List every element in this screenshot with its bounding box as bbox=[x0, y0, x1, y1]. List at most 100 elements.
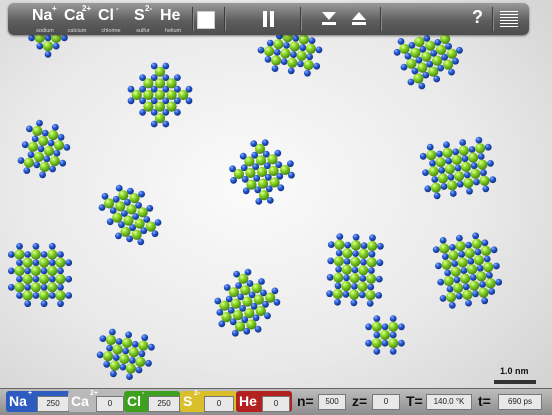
sodium-atom bbox=[306, 53, 314, 61]
chlorine-atom bbox=[414, 36, 425, 48]
sodium-atom bbox=[400, 63, 408, 71]
pause-button[interactable] bbox=[256, 7, 282, 31]
sodium-atom bbox=[470, 162, 478, 170]
toolbar-divider bbox=[300, 7, 301, 31]
sodium-atom bbox=[434, 39, 442, 46]
helium-name: helium bbox=[164, 28, 182, 34]
simulation-area[interactable] bbox=[0, 0, 552, 414]
sulfur-symbol: S bbox=[134, 7, 145, 24]
helium-count[interactable]: 0 bbox=[262, 396, 290, 412]
calcium-chip-symbol: Ca bbox=[71, 393, 89, 409]
sodium-atom bbox=[135, 366, 143, 374]
sodium-atom bbox=[439, 237, 447, 244]
chlorine-atom bbox=[451, 154, 462, 165]
chlorine-atom bbox=[476, 271, 487, 282]
chlorine-atom bbox=[357, 281, 368, 292]
sulfur-count-chip[interactable]: S 2- 0 bbox=[180, 390, 236, 412]
sodium-atom bbox=[456, 180, 464, 188]
sodium-atom bbox=[266, 39, 274, 47]
chlorine-atom bbox=[131, 229, 142, 240]
sodium-atom bbox=[138, 350, 146, 358]
sodium-atom bbox=[7, 267, 15, 275]
chlorine-atom bbox=[154, 66, 166, 77]
sodium-atom bbox=[32, 292, 40, 299]
sodium-atom bbox=[131, 340, 139, 348]
sodium-atom bbox=[335, 249, 343, 257]
sodium-atom bbox=[358, 291, 366, 299]
chlorine-atom bbox=[154, 89, 166, 101]
chlorine-atom bbox=[298, 34, 309, 45]
sodium-atom bbox=[398, 323, 405, 331]
sodium-count[interactable]: 250 bbox=[37, 396, 69, 412]
chlorine-atom bbox=[366, 257, 377, 268]
chlorine-atom bbox=[55, 274, 66, 285]
chlorine-atom bbox=[53, 140, 65, 151]
sodium-atom bbox=[477, 153, 485, 160]
chlorine-atom bbox=[137, 207, 148, 218]
chlorine-atom bbox=[267, 154, 278, 165]
chlorine-atom bbox=[454, 171, 465, 182]
sodium-atom bbox=[359, 275, 367, 282]
sodium-atom bbox=[32, 259, 40, 267]
chlorine-atom bbox=[112, 344, 123, 355]
help-button[interactable]: ? bbox=[466, 7, 492, 31]
sodium-atom bbox=[455, 292, 463, 300]
chlorine-atom bbox=[428, 66, 439, 77]
chlorine-atom bbox=[154, 101, 166, 112]
chlorine-atom bbox=[255, 155, 267, 166]
chlorine-atom bbox=[457, 257, 468, 268]
chlorine-atom bbox=[251, 283, 262, 294]
helium-count-chip[interactable]: He 0 bbox=[236, 391, 292, 412]
temperature-value[interactable]: 140.0 °K bbox=[426, 394, 472, 410]
sodium-atom bbox=[103, 360, 111, 368]
helium-button[interactable]: He helium bbox=[158, 3, 188, 35]
sodium-count-chip[interactable]: Na + 250 bbox=[6, 390, 70, 412]
chlorine-atom bbox=[421, 51, 432, 62]
sodium-atom bbox=[467, 257, 475, 265]
chlorine-atom bbox=[166, 78, 177, 89]
sodium-atom bbox=[483, 255, 491, 263]
sodium-button[interactable]: Na + sodium bbox=[30, 3, 60, 35]
chlorine-atom bbox=[333, 256, 344, 267]
chlorine-button[interactable]: Cl - chlorine bbox=[96, 3, 126, 35]
lower-button[interactable] bbox=[316, 7, 342, 31]
scale-label: 1.0 nm bbox=[500, 366, 529, 376]
help-icon: ? bbox=[472, 7, 483, 27]
chlorine-count-chip[interactable]: Cl - 250 bbox=[124, 390, 180, 412]
sodium-atom bbox=[404, 52, 412, 60]
chlorine-atom bbox=[399, 43, 410, 54]
calcium-count[interactable]: 0 bbox=[96, 396, 124, 412]
chlorine-atom bbox=[49, 156, 60, 167]
sodium-atom bbox=[389, 315, 397, 322]
sodium-atom bbox=[460, 267, 468, 274]
sodium-atom bbox=[119, 363, 127, 371]
sodium-atom bbox=[490, 246, 498, 254]
eject-button[interactable] bbox=[346, 7, 372, 31]
sodium-atom bbox=[474, 248, 482, 256]
sodium-atom bbox=[393, 48, 401, 56]
chlorine-symbol: Cl bbox=[98, 7, 114, 24]
calcium-button[interactable]: Ca 2+ calcium bbox=[62, 3, 92, 35]
chlorine-atom bbox=[178, 89, 189, 101]
stop-button[interactable] bbox=[192, 7, 218, 31]
sodium-atom bbox=[290, 51, 297, 58]
chlorine-count[interactable]: 250 bbox=[148, 396, 180, 412]
sodium-atom bbox=[32, 275, 40, 283]
sodium-name: sodium bbox=[36, 28, 54, 34]
chlorine-atom bbox=[39, 290, 50, 301]
chlorine-atom bbox=[435, 157, 446, 168]
sodium-atom bbox=[366, 300, 374, 307]
sodium-atom bbox=[335, 266, 342, 273]
chlorine-atom bbox=[265, 292, 276, 303]
sodium-atom bbox=[466, 187, 473, 195]
chlorine-atom bbox=[154, 78, 166, 89]
sodium-atom bbox=[446, 285, 454, 293]
calcium-count-chip[interactable]: Ca 2+ 0 bbox=[68, 390, 124, 412]
sulfur-count[interactable]: 0 bbox=[204, 396, 234, 412]
sodium-atom bbox=[24, 251, 32, 258]
sodium-atom bbox=[465, 299, 472, 307]
z-label: z= bbox=[352, 393, 368, 409]
sulfur-button[interactable]: S 2- sulfur bbox=[128, 3, 158, 35]
menu-button[interactable] bbox=[496, 7, 522, 31]
chlorine-atom bbox=[42, 41, 54, 52]
